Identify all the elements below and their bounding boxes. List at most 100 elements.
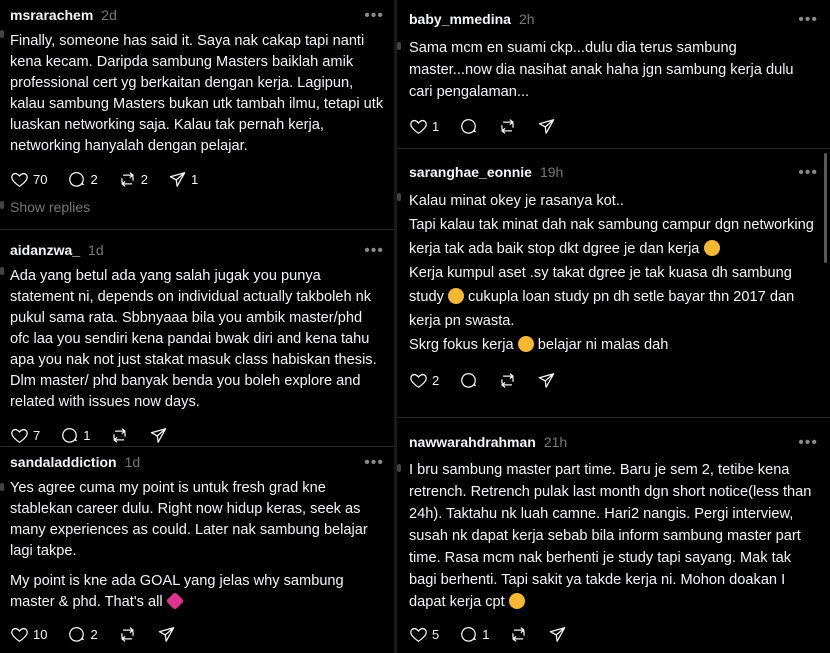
reply-button[interactable]: 1	[459, 625, 489, 644]
post-text: I bru sambung master part time. Baru je …	[409, 462, 812, 610]
comment-icon	[67, 625, 86, 644]
share-button[interactable]	[548, 625, 567, 644]
reply-button[interactable]: 1	[60, 426, 90, 445]
share-button[interactable]	[149, 426, 168, 445]
username[interactable]: msrarachem	[10, 7, 93, 23]
share-button[interactable]: 1	[168, 170, 198, 189]
share-icon	[537, 371, 556, 390]
left-column: msrarachem 2d ••• Finally, someone has s…	[0, 0, 394, 653]
username[interactable]: baby_mmedina	[409, 11, 511, 27]
thread-marker	[0, 267, 4, 275]
post-text: belajar ni malas dah	[537, 337, 669, 353]
reply-button[interactable]	[459, 117, 478, 136]
comment-icon	[459, 625, 478, 644]
post-text: Tapi kalau tak minat dah nak sambung cam…	[409, 217, 814, 257]
username[interactable]: sandaladdiction	[10, 454, 117, 470]
reply-button[interactable]	[459, 371, 478, 390]
share-icon	[548, 625, 567, 644]
timestamp: 2d	[101, 7, 117, 23]
like-count: 2	[432, 372, 440, 388]
grin-emoji-icon	[517, 336, 534, 352]
reply-count: 1	[482, 626, 490, 642]
divider	[397, 417, 830, 418]
like-count: 5	[432, 626, 440, 642]
post-text: Ada yang betul ada yang salah jugak you …	[10, 268, 377, 410]
share-icon	[168, 170, 187, 189]
reply-count: 2	[90, 171, 98, 187]
timestamp: 21h	[543, 434, 568, 450]
more-icon[interactable]: •••	[798, 12, 818, 28]
repost-icon	[118, 625, 137, 644]
timestamp: 2h	[518, 11, 535, 27]
repost-count: 2	[140, 171, 148, 187]
post: saranghae_eonnie 19h ••• Kalau minat oke…	[409, 164, 818, 391]
scrollbar[interactable]	[824, 153, 827, 263]
repost-button[interactable]	[118, 625, 137, 644]
post-text: Kalau minat okey je rasanya kot..	[409, 193, 624, 209]
heart-icon	[409, 371, 428, 390]
like-button[interactable]: 2	[409, 371, 439, 390]
heart-icon	[409, 625, 428, 644]
like-button[interactable]: 5	[409, 625, 439, 644]
share-icon	[157, 625, 176, 644]
like-button[interactable]: 7	[10, 426, 40, 445]
heart-icon	[409, 117, 428, 136]
smile-emoji-icon	[703, 240, 720, 256]
comment-icon	[459, 371, 478, 390]
more-icon[interactable]: •••	[364, 455, 384, 471]
share-button[interactable]	[537, 371, 556, 390]
more-icon[interactable]: •••	[798, 165, 818, 181]
heart-icon	[10, 625, 29, 644]
timestamp: 1d	[88, 242, 104, 258]
repost-button[interactable]	[110, 426, 129, 445]
username[interactable]: saranghae_eonnie	[409, 164, 532, 180]
right-column: baby_mmedina 2h ••• Sama mcm en suami ck…	[397, 0, 830, 653]
share-icon	[149, 426, 168, 445]
comment-icon	[67, 170, 86, 189]
reply-button[interactable]: 2	[67, 170, 98, 189]
share-button[interactable]	[537, 117, 556, 136]
share-button[interactable]	[157, 625, 176, 644]
repost-icon	[498, 371, 517, 390]
repost-button[interactable]	[509, 625, 528, 644]
heart-icon	[10, 426, 29, 445]
timestamp: 19h	[539, 164, 564, 180]
post-text: Sama mcm en suami ckp...dulu dia terus s…	[409, 40, 794, 100]
like-count: 70	[33, 171, 48, 187]
repost-icon	[110, 426, 129, 445]
repost-button[interactable]	[498, 371, 517, 390]
like-count: 10	[33, 626, 48, 642]
thread-marker	[0, 201, 4, 209]
post-text: Yes agree cuma my point is untuk fresh g…	[10, 480, 368, 559]
comment-icon	[459, 117, 478, 136]
more-icon[interactable]: •••	[364, 8, 384, 24]
thread-marker	[397, 464, 401, 472]
repost-button[interactable]	[498, 117, 517, 136]
username[interactable]: nawwarahdrahman	[409, 434, 536, 450]
like-button[interactable]: 1	[409, 117, 439, 136]
repost-icon	[118, 170, 137, 189]
post-text: cukupla loan study pn dh setle bayar thn…	[409, 289, 795, 329]
more-icon[interactable]: •••	[364, 243, 384, 259]
reply-button[interactable]: 2	[67, 625, 98, 644]
like-count: 7	[33, 427, 41, 443]
repost-icon	[509, 625, 528, 644]
repost-button[interactable]: 2	[118, 170, 148, 189]
username[interactable]: aidanzwa_	[10, 242, 80, 258]
post: msrarachem 2d ••• Finally, someone has s…	[10, 7, 384, 190]
post: baby_mmedina 2h ••• Sama mcm en suami ck…	[409, 11, 818, 137]
thread-marker	[0, 30, 4, 38]
post: nawwarahdrahman 21h ••• I bru sambung ma…	[409, 434, 818, 645]
comment-icon	[60, 426, 79, 445]
show-replies-link[interactable]: Show replies	[10, 199, 90, 215]
thread-marker	[397, 193, 401, 201]
post-text: Finally, someone has said it. Saya nak c…	[10, 33, 384, 154]
laugh-emoji-icon	[447, 288, 464, 304]
like-button[interactable]: 70	[10, 170, 47, 189]
like-button[interactable]: 10	[10, 625, 47, 644]
share-icon	[537, 117, 556, 136]
more-icon[interactable]: •••	[798, 435, 818, 451]
share-count: 1	[190, 171, 199, 187]
thread-marker	[397, 42, 401, 50]
repost-icon	[498, 117, 517, 136]
